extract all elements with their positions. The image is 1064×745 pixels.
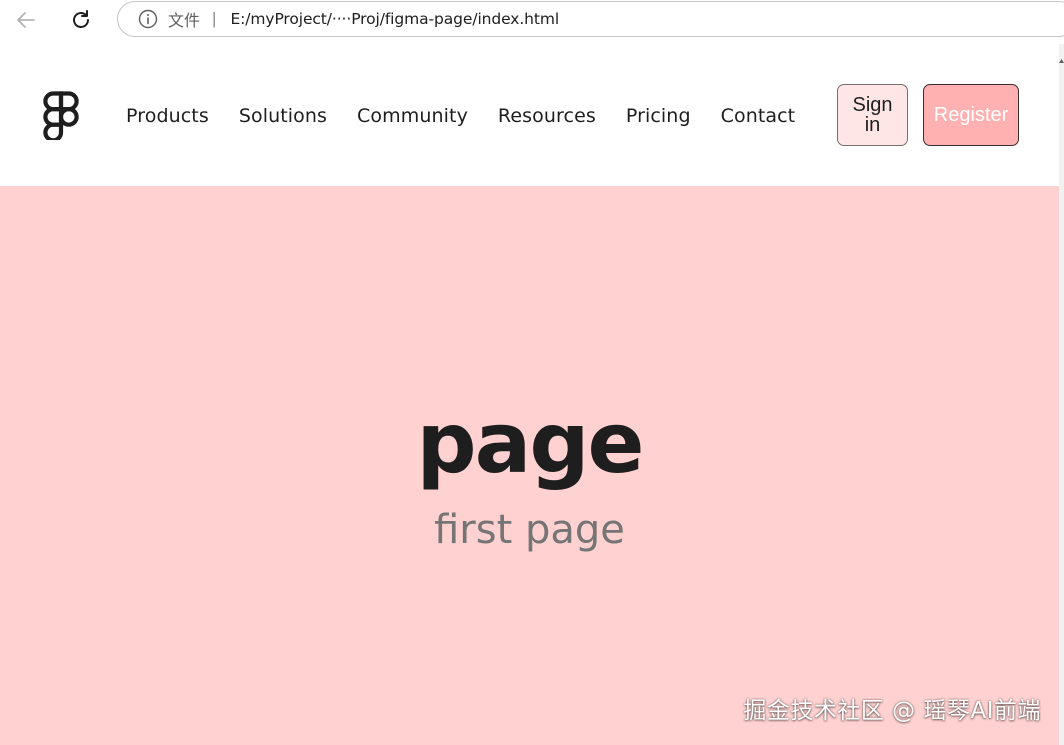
back-button[interactable] [12, 6, 40, 34]
nav-link-resources[interactable]: Resources [498, 101, 596, 131]
url-text[interactable]: E:/myProject/····Proj/figma-page/index.h… [230, 10, 559, 28]
nav-link-products[interactable]: Products [126, 101, 209, 131]
address-bar[interactable]: 文件 | E:/myProject/····Proj/figma-page/in… [117, 1, 1064, 37]
hero-subtitle: first page [434, 507, 625, 553]
reload-icon [73, 10, 89, 28]
address-separator: | [212, 9, 217, 28]
nav-link-contact[interactable]: Contact [721, 101, 796, 131]
protocol-label: 文件 [168, 11, 201, 30]
reload-button[interactable] [67, 6, 95, 34]
site-header: Products Solutions Community Resources P… [0, 44, 1059, 186]
scroll-up-arrow-icon[interactable] [1059, 58, 1064, 64]
arrow-left-icon [17, 12, 35, 28]
browser-toolbar: 文件 | E:/myProject/····Proj/figma-page/in… [0, 0, 1064, 40]
hero-section: page first page 掘金技术社区 @ 瑶琴AI前端 [0, 186, 1059, 745]
watermark: 掘金技术社区 @ 瑶琴AI前端 [743, 698, 1041, 724]
main-nav: Products Solutions Community Resources P… [126, 101, 825, 131]
vertical-scrollbar[interactable] [1059, 44, 1064, 745]
nav-link-community[interactable]: Community [357, 101, 468, 131]
info-circle-icon[interactable] [138, 9, 158, 29]
figma-logo-icon[interactable] [42, 90, 80, 140]
hero-title: page [416, 394, 645, 492]
nav-link-solutions[interactable]: Solutions [239, 101, 327, 131]
nav-link-pricing[interactable]: Pricing [626, 101, 691, 131]
sign-in-button[interactable]: Sign in [837, 84, 908, 146]
register-button[interactable]: Register [923, 84, 1019, 146]
